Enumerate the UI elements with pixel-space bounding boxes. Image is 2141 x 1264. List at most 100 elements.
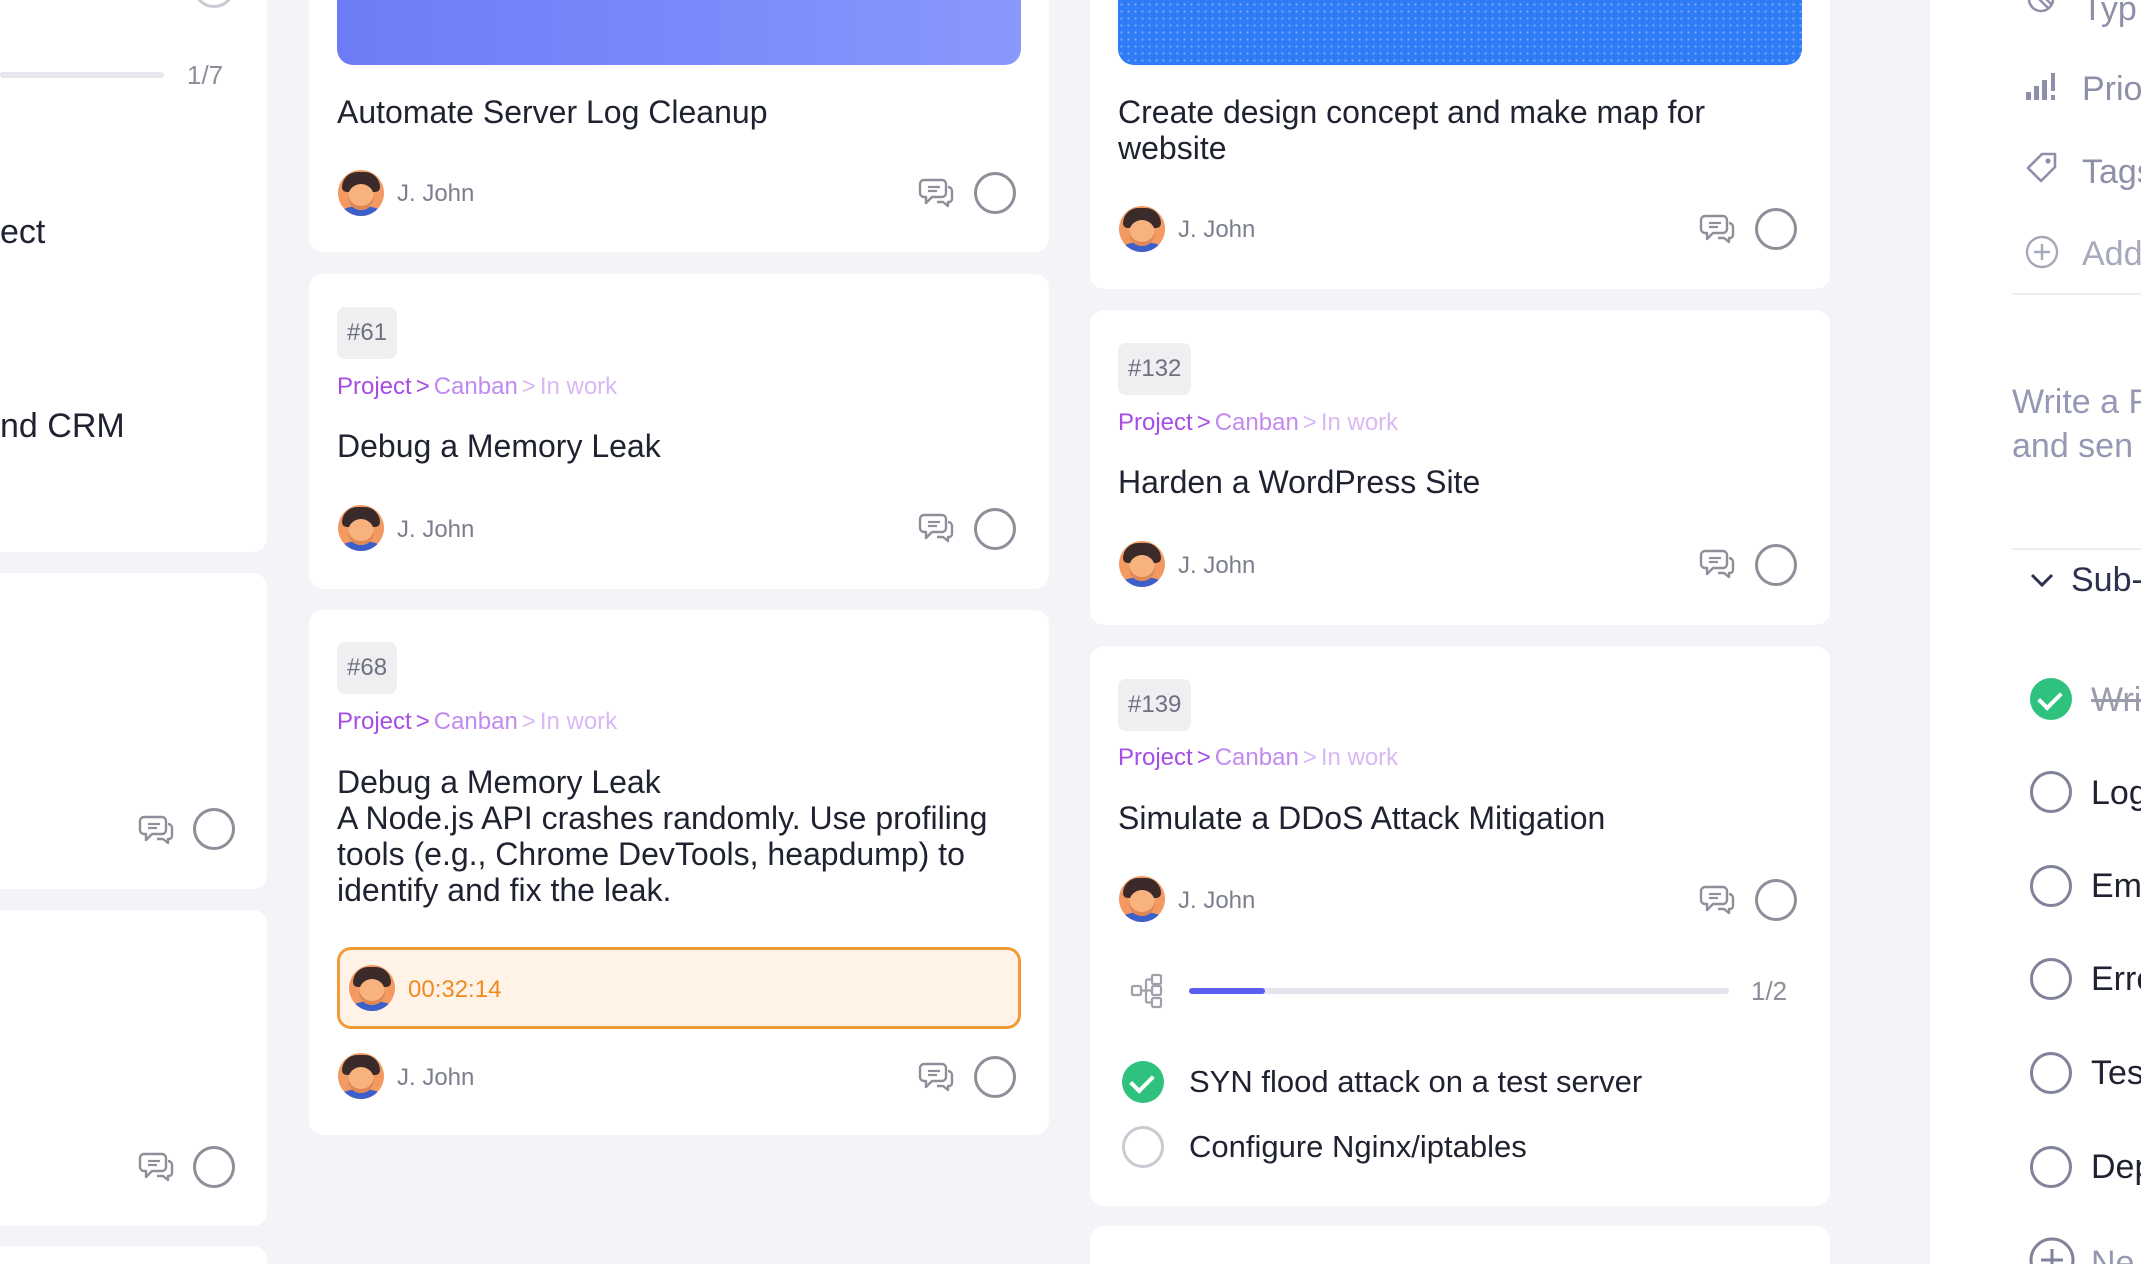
card-title: Debug a Memory Leak bbox=[337, 764, 661, 800]
subtask-label: SYN flood attack on a test server bbox=[1189, 1064, 1643, 1099]
status-circle[interactable] bbox=[193, 1146, 235, 1188]
subtask-label: Dep bbox=[2091, 1148, 2141, 1186]
left-progress-count: 1/7 bbox=[187, 60, 224, 90]
field-label-add[interactable]: Add bbox=[2082, 235, 2141, 274]
subtask-label: Tes bbox=[2091, 1054, 2141, 1092]
field-label-tags: Tags bbox=[2082, 153, 2141, 191]
subtask-checkbox[interactable] bbox=[2030, 1052, 2072, 1094]
avatar bbox=[349, 965, 395, 1011]
breadcrumb-separator: > bbox=[1302, 409, 1317, 436]
subtask-label: Configure Nginx/iptables bbox=[1189, 1129, 1527, 1164]
subtask-tree-icon bbox=[1130, 973, 1163, 1009]
author-name: J. John bbox=[397, 516, 475, 543]
breadcrumb-board[interactable]: Canban bbox=[1215, 409, 1299, 436]
subtask-count: 1/2 bbox=[1751, 976, 1788, 1006]
subtask-label: Wri bbox=[2091, 681, 2141, 719]
status-circle[interactable] bbox=[1755, 544, 1797, 586]
left-progress-track bbox=[0, 72, 164, 78]
breadcrumb-board[interactable]: Canban bbox=[1215, 744, 1299, 771]
author-name: J. John bbox=[1178, 216, 1256, 243]
comment-icon[interactable] bbox=[138, 813, 174, 845]
subtask-label[interactable]: Ne bbox=[2091, 1244, 2134, 1264]
card-title-block[interactable]: Debug a Memory Leak A Node.js API crashe… bbox=[337, 764, 1027, 908]
chevron-down-icon[interactable] bbox=[2028, 566, 2056, 594]
task-card-next[interactable] bbox=[1090, 1226, 1830, 1264]
subtask-checkbox[interactable] bbox=[2030, 865, 2072, 907]
card-title[interactable]: Simulate a DDoS Attack Mitigation bbox=[1118, 800, 1605, 836]
subtask-checkbox[interactable] bbox=[2030, 771, 2072, 813]
comment-icon[interactable] bbox=[1699, 212, 1735, 244]
author-name: J. John bbox=[1178, 887, 1256, 914]
subtask-done-checkbox[interactable] bbox=[1122, 1061, 1164, 1103]
card-description-line: A Node.js API crashes randomly. Use prof… bbox=[337, 800, 988, 836]
status-circle[interactable] bbox=[1755, 208, 1797, 250]
breadcrumb-project[interactable]: Project bbox=[337, 708, 412, 735]
task-id-badge: #139 bbox=[1118, 679, 1192, 731]
card-title[interactable]: Automate Server Log Cleanup bbox=[337, 94, 767, 130]
status-circle[interactable] bbox=[974, 508, 1016, 550]
breadcrumb: Project > Canban > In work bbox=[1118, 744, 1398, 772]
comment-icon[interactable] bbox=[918, 176, 954, 208]
breadcrumb-status[interactable]: In work bbox=[540, 373, 617, 400]
left-card-top[interactable] bbox=[0, 0, 267, 552]
avatar bbox=[338, 1053, 384, 1099]
breadcrumb-separator: > bbox=[521, 373, 536, 400]
breadcrumb-project[interactable]: Project bbox=[337, 373, 412, 400]
card-description-line: identify and fix the leak. bbox=[337, 872, 672, 908]
status-circle[interactable] bbox=[1755, 879, 1797, 921]
breadcrumb-project[interactable]: Project bbox=[1118, 744, 1193, 771]
subtask-label: Em bbox=[2091, 867, 2141, 905]
task-details-panel: Typ Prio Tags Add Write a F and sen Sub-… bbox=[1930, 0, 2141, 1264]
subtask-progress-track bbox=[1189, 988, 1729, 994]
subtask-label: Log bbox=[2091, 774, 2141, 812]
comment-icon[interactable] bbox=[918, 511, 954, 543]
breadcrumb-separator: > bbox=[415, 708, 430, 735]
divider bbox=[2012, 548, 2141, 550]
subtasks-header[interactable]: Sub- bbox=[2071, 561, 2141, 600]
breadcrumb-status[interactable]: In work bbox=[540, 708, 617, 735]
comment-icon[interactable] bbox=[1699, 883, 1735, 915]
breadcrumb-separator: > bbox=[1196, 744, 1211, 771]
subtask-checkbox[interactable] bbox=[2030, 958, 2072, 1000]
subtask-checkbox[interactable] bbox=[2030, 1146, 2072, 1188]
card-title-block[interactable]: Create design concept and make map for w… bbox=[1118, 94, 1808, 166]
status-circle[interactable] bbox=[193, 808, 235, 850]
card-title[interactable]: Debug a Memory Leak bbox=[337, 428, 661, 464]
left-card-next[interactable] bbox=[0, 1246, 267, 1264]
card-title-line: Create design concept and make map for bbox=[1118, 94, 1705, 130]
description-placeholder[interactable]: Write a F and sen bbox=[2012, 380, 2141, 468]
subtask-progress-fill bbox=[1189, 988, 1265, 994]
status-circle[interactable] bbox=[974, 172, 1016, 214]
breadcrumb-project[interactable]: Project bbox=[1118, 409, 1193, 436]
task-id-badge: #132 bbox=[1118, 343, 1192, 395]
card-cover-image bbox=[337, 0, 1021, 65]
author-name: J. John bbox=[1178, 552, 1256, 579]
avatar bbox=[338, 505, 384, 551]
task-card[interactable] bbox=[1090, 646, 1830, 1206]
breadcrumb-separator: > bbox=[1302, 744, 1317, 771]
add-subtask-icon[interactable] bbox=[2028, 1236, 2076, 1264]
breadcrumb: Project > Canban > In work bbox=[1118, 409, 1398, 437]
divider bbox=[2012, 293, 2141, 295]
comment-icon[interactable] bbox=[918, 1060, 954, 1092]
breadcrumb-separator: > bbox=[1196, 409, 1211, 436]
status-circle[interactable] bbox=[974, 1056, 1016, 1098]
breadcrumb-board[interactable]: Canban bbox=[434, 708, 518, 735]
card-title[interactable]: Harden a WordPress Site bbox=[1118, 464, 1480, 500]
comment-icon[interactable] bbox=[138, 1150, 174, 1182]
field-label-type: Typ bbox=[2082, 0, 2137, 28]
tag-icon bbox=[2026, 152, 2057, 183]
author-name: J. John bbox=[397, 180, 475, 207]
subtask-checkbox[interactable] bbox=[1122, 1126, 1164, 1168]
breadcrumb-board[interactable]: Canban bbox=[434, 373, 518, 400]
breadcrumb-status[interactable]: In work bbox=[1321, 744, 1398, 771]
card-title-line: website bbox=[1118, 130, 1227, 166]
avatar bbox=[1119, 876, 1165, 922]
card-description-line: tools (e.g., Chrome DevTools, heapdump) … bbox=[337, 836, 965, 872]
card-cover-image bbox=[1118, 0, 1802, 65]
add-icon[interactable] bbox=[2024, 234, 2060, 270]
left-card-title: ect bbox=[0, 213, 46, 251]
breadcrumb-status[interactable]: In work bbox=[1321, 409, 1398, 436]
subtask-done-checkbox[interactable] bbox=[2030, 678, 2072, 720]
comment-icon[interactable] bbox=[1699, 547, 1735, 579]
